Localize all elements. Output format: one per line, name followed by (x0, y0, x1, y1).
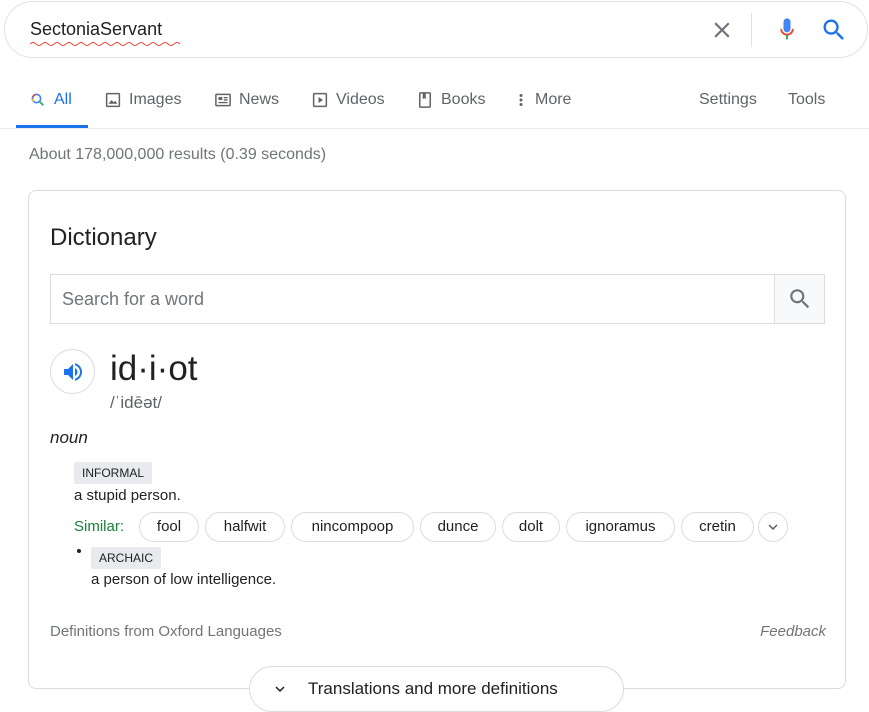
more-definitions-button[interactable]: Translations and more definitions (249, 666, 624, 712)
search-bar-divider (751, 13, 752, 47)
close-icon (714, 22, 730, 38)
dictionary-source: Definitions from Oxford Languages (50, 623, 282, 640)
tab-news-label: News (239, 91, 280, 108)
tab-videos[interactable]: Videos (311, 90, 385, 110)
word-search-input[interactable] (51, 275, 775, 323)
book-icon (419, 92, 431, 108)
spellcheck-underline (30, 42, 180, 46)
tab-tools[interactable]: Tools (788, 90, 825, 110)
tab-images[interactable]: Images (104, 90, 181, 110)
chevron-down-icon (768, 524, 778, 530)
similar-chip[interactable]: cretin (681, 512, 754, 542)
chevron-down-icon (275, 686, 285, 692)
result-stats: About 178,000,000 results (0.39 seconds) (29, 146, 327, 163)
pronunciation-button[interactable] (50, 349, 95, 394)
tab-settings[interactable]: Settings (699, 90, 757, 110)
tab-settings-label: Settings (699, 91, 757, 108)
image-icon (105, 92, 121, 108)
search-icon (789, 289, 809, 309)
expand-similar-button[interactable] (758, 512, 788, 542)
similar-label: Similar: (74, 518, 125, 535)
dictionary-card: Dictionary id·i·ot /ˈidēət/ noun INFORMA… (28, 190, 846, 689)
definition-1: a stupid person. (74, 487, 181, 504)
tab-images-label: Images (129, 91, 182, 108)
active-tab-indicator (16, 125, 88, 128)
search-submit-button[interactable] (820, 16, 848, 44)
play-icon (312, 92, 328, 108)
part-of-speech: noun (50, 428, 88, 447)
newspaper-icon (215, 93, 231, 107)
definition-2: a person of low intelligence. (91, 571, 277, 588)
search-tabs: All Images News Videos Books More Settin… (0, 76, 869, 129)
vertical-dots-icon (519, 94, 523, 106)
list-bullet (77, 549, 81, 553)
clear-search-button[interactable] (709, 17, 735, 43)
headword: id·i·ot (110, 349, 198, 388)
search-query[interactable]: SectoniaServant (30, 19, 180, 46)
tab-all[interactable]: All (29, 90, 72, 110)
similar-chip[interactable]: nincompoop (291, 512, 414, 542)
tab-books-label: Books (441, 91, 486, 108)
microphone-icon (780, 18, 794, 40)
dictionary-title: Dictionary (50, 224, 157, 251)
feedback-link[interactable]: Feedback (760, 623, 826, 640)
tab-tools-label: Tools (788, 91, 826, 108)
tab-books[interactable]: Books (416, 90, 485, 110)
word-search-button[interactable] (774, 275, 824, 323)
voice-search-button[interactable] (773, 16, 801, 44)
similar-chip[interactable]: fool (139, 512, 199, 542)
search-query-text: SectoniaServant (30, 19, 163, 39)
tab-news[interactable]: News (214, 90, 279, 110)
usage-label-informal: INFORMAL (74, 462, 153, 484)
similar-chip[interactable]: dolt (502, 512, 560, 542)
similar-chip[interactable]: dunce (420, 512, 496, 542)
similar-chip[interactable]: halfwit (205, 512, 285, 542)
word-search-box (50, 274, 825, 324)
tab-more-label: More (535, 91, 572, 108)
tab-more[interactable]: More (514, 90, 571, 110)
phonetic: /ˈidēət/ (110, 393, 162, 412)
similar-chip[interactable]: ignoramus (566, 512, 675, 542)
tab-all-label: All (54, 91, 72, 108)
search-icon (823, 19, 844, 40)
search-bar[interactable]: SectoniaServant (4, 1, 868, 58)
speaker-icon (63, 362, 82, 381)
search-icon (31, 93, 44, 106)
more-definitions-label: Translations and more definitions (308, 679, 558, 698)
tab-videos-label: Videos (336, 91, 385, 108)
usage-label-archaic: ARCHAIC (91, 547, 162, 569)
